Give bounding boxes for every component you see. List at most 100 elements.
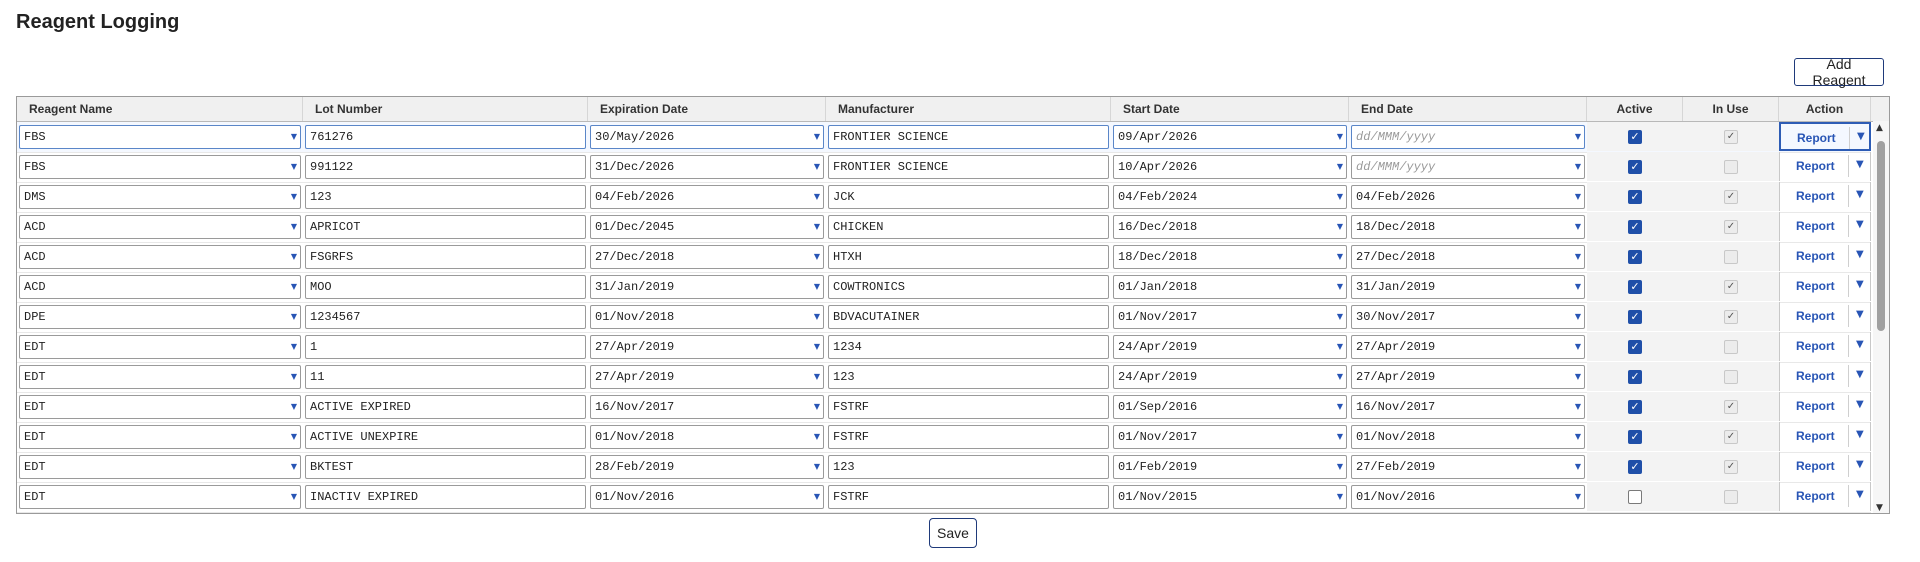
- report-link[interactable]: Report: [1796, 309, 1835, 323]
- lot-number-input[interactable]: APRICOT: [305, 215, 586, 239]
- reagent-name-select[interactable]: FBS ▼: [19, 155, 301, 179]
- reagent-name-select[interactable]: EDT ▼: [19, 395, 301, 419]
- col-header-expiration-date[interactable]: Expiration Date: [588, 97, 826, 121]
- manufacturer-input[interactable]: COWTRONICS: [828, 275, 1109, 299]
- end-date-picker[interactable]: 01/Nov/2016 ▼: [1351, 485, 1585, 509]
- chevron-down-icon[interactable]: ▼: [814, 186, 820, 208]
- chevron-down-icon[interactable]: ▼: [1337, 426, 1343, 448]
- expiration-date-picker[interactable]: 01/Nov/2016 ▼: [590, 485, 824, 509]
- manufacturer-input[interactable]: JCK: [828, 185, 1109, 209]
- reagent-name-select[interactable]: ACD ▼: [19, 245, 301, 269]
- chevron-down-icon[interactable]: ▼: [1337, 306, 1343, 328]
- active-checkbox[interactable]: ✓: [1628, 340, 1642, 354]
- report-link[interactable]: Report: [1796, 159, 1835, 173]
- scroll-up-icon[interactable]: ▲: [1876, 123, 1883, 133]
- reagent-name-select[interactable]: DMS ▼: [19, 185, 301, 209]
- end-date-picker[interactable]: 16/Nov/2017 ▼: [1351, 395, 1585, 419]
- chevron-down-icon[interactable]: ▼: [291, 246, 297, 268]
- end-date-picker[interactable]: 30/Nov/2017 ▼: [1351, 305, 1585, 329]
- reagent-name-select[interactable]: EDT ▼: [19, 485, 301, 509]
- chevron-down-icon[interactable]: ▼: [814, 396, 820, 418]
- expiration-date-picker[interactable]: 28/Feb/2019 ▼: [590, 455, 824, 479]
- scroll-down-icon[interactable]: ▼: [1876, 503, 1883, 513]
- lot-number-input[interactable]: BKTEST: [305, 455, 586, 479]
- start-date-picker[interactable]: 01/Feb/2019 ▼: [1113, 455, 1347, 479]
- start-date-picker[interactable]: 01/Nov/2015 ▼: [1113, 485, 1347, 509]
- start-date-picker[interactable]: 24/Apr/2019 ▼: [1113, 335, 1347, 359]
- chevron-down-icon[interactable]: ▼: [814, 126, 820, 148]
- manufacturer-input[interactable]: HTXH: [828, 245, 1109, 269]
- manufacturer-input[interactable]: FSTRF: [828, 485, 1109, 509]
- end-date-picker[interactable]: 27/Apr/2019 ▼: [1351, 335, 1585, 359]
- chevron-down-icon[interactable]: ▼: [1337, 126, 1343, 148]
- end-date-picker[interactable]: dd/MMM/yyyy ▼: [1351, 125, 1585, 149]
- chevron-down-icon[interactable]: ▼: [814, 336, 820, 358]
- start-date-picker[interactable]: 01/Nov/2017 ▼: [1113, 305, 1347, 329]
- chevron-down-icon[interactable]: ▼: [291, 366, 297, 388]
- manufacturer-input[interactable]: FRONTIER SCIENCE: [828, 155, 1109, 179]
- end-date-picker[interactable]: 27/Feb/2019 ▼: [1351, 455, 1585, 479]
- chevron-down-icon[interactable]: ▼: [291, 216, 297, 238]
- chevron-down-icon[interactable]: ▼: [814, 456, 820, 478]
- action-menu-chevron-icon[interactable]: ▼: [1857, 131, 1865, 142]
- action-menu-chevron-icon[interactable]: ▼: [1856, 309, 1864, 320]
- action-menu-chevron-icon[interactable]: ▼: [1856, 249, 1864, 260]
- col-header-end-date[interactable]: End Date: [1349, 97, 1587, 121]
- active-checkbox[interactable]: ✓: [1628, 190, 1642, 204]
- end-date-picker[interactable]: 31/Jan/2019 ▼: [1351, 275, 1585, 299]
- end-date-picker[interactable]: dd/MMM/yyyy ▼: [1351, 155, 1585, 179]
- col-header-start-date[interactable]: Start Date: [1111, 97, 1349, 121]
- reagent-name-select[interactable]: FBS ▼: [19, 125, 301, 149]
- manufacturer-input[interactable]: CHICKEN: [828, 215, 1109, 239]
- expiration-date-picker[interactable]: 27/Dec/2018 ▼: [590, 245, 824, 269]
- manufacturer-input[interactable]: FRONTIER SCIENCE: [828, 125, 1109, 149]
- chevron-down-icon[interactable]: ▼: [814, 276, 820, 298]
- chevron-down-icon[interactable]: ▼: [291, 126, 297, 148]
- save-button[interactable]: Save: [929, 518, 977, 548]
- action-menu-chevron-icon[interactable]: ▼: [1856, 369, 1864, 380]
- chevron-down-icon[interactable]: ▼: [814, 486, 820, 508]
- chevron-down-icon[interactable]: ▼: [1575, 126, 1581, 148]
- report-link[interactable]: Report: [1796, 369, 1835, 383]
- start-date-picker[interactable]: 04/Feb/2024 ▼: [1113, 185, 1347, 209]
- report-link[interactable]: Report: [1796, 249, 1835, 263]
- reagent-name-select[interactable]: EDT ▼: [19, 365, 301, 389]
- manufacturer-input[interactable]: 123: [828, 365, 1109, 389]
- chevron-down-icon[interactable]: ▼: [1337, 216, 1343, 238]
- active-checkbox[interactable]: ✓: [1628, 400, 1642, 414]
- chevron-down-icon[interactable]: ▼: [1337, 396, 1343, 418]
- scrollbar-thumb[interactable]: [1877, 141, 1885, 331]
- end-date-picker[interactable]: 04/Feb/2026 ▼: [1351, 185, 1585, 209]
- chevron-down-icon[interactable]: ▼: [1575, 456, 1581, 478]
- reagent-name-select[interactable]: ACD ▼: [19, 275, 301, 299]
- expiration-date-picker[interactable]: 04/Feb/2026 ▼: [590, 185, 824, 209]
- action-menu-chevron-icon[interactable]: ▼: [1856, 219, 1864, 230]
- lot-number-input[interactable]: 123: [305, 185, 586, 209]
- chevron-down-icon[interactable]: ▼: [1575, 276, 1581, 298]
- action-menu-chevron-icon[interactable]: ▼: [1856, 489, 1864, 500]
- action-menu-chevron-icon[interactable]: ▼: [1856, 459, 1864, 470]
- action-menu-chevron-icon[interactable]: ▼: [1856, 399, 1864, 410]
- chevron-down-icon[interactable]: ▼: [1575, 336, 1581, 358]
- chevron-down-icon[interactable]: ▼: [1575, 156, 1581, 178]
- active-checkbox[interactable]: ✓: [1628, 250, 1642, 264]
- chevron-down-icon[interactable]: ▼: [1575, 216, 1581, 238]
- report-link[interactable]: Report: [1796, 219, 1835, 233]
- expiration-date-picker[interactable]: 16/Nov/2017 ▼: [590, 395, 824, 419]
- lot-number-input[interactable]: 1234567: [305, 305, 586, 329]
- start-date-picker[interactable]: 10/Apr/2026 ▼: [1113, 155, 1347, 179]
- manufacturer-input[interactable]: BDVACUTAINER: [828, 305, 1109, 329]
- chevron-down-icon[interactable]: ▼: [1337, 486, 1343, 508]
- active-checkbox[interactable]: ✓: [1628, 130, 1642, 144]
- chevron-down-icon[interactable]: ▼: [291, 186, 297, 208]
- chevron-down-icon[interactable]: ▼: [291, 486, 297, 508]
- action-menu-chevron-icon[interactable]: ▼: [1856, 279, 1864, 290]
- active-checkbox[interactable]: ✓: [1628, 160, 1642, 174]
- report-link[interactable]: Report: [1796, 429, 1835, 443]
- manufacturer-input[interactable]: FSTRF: [828, 425, 1109, 449]
- lot-number-input[interactable]: 991122: [305, 155, 586, 179]
- chevron-down-icon[interactable]: ▼: [1575, 486, 1581, 508]
- lot-number-input[interactable]: FSGRFS: [305, 245, 586, 269]
- active-checkbox[interactable]: ✓: [1628, 220, 1642, 234]
- chevron-down-icon[interactable]: ▼: [1337, 156, 1343, 178]
